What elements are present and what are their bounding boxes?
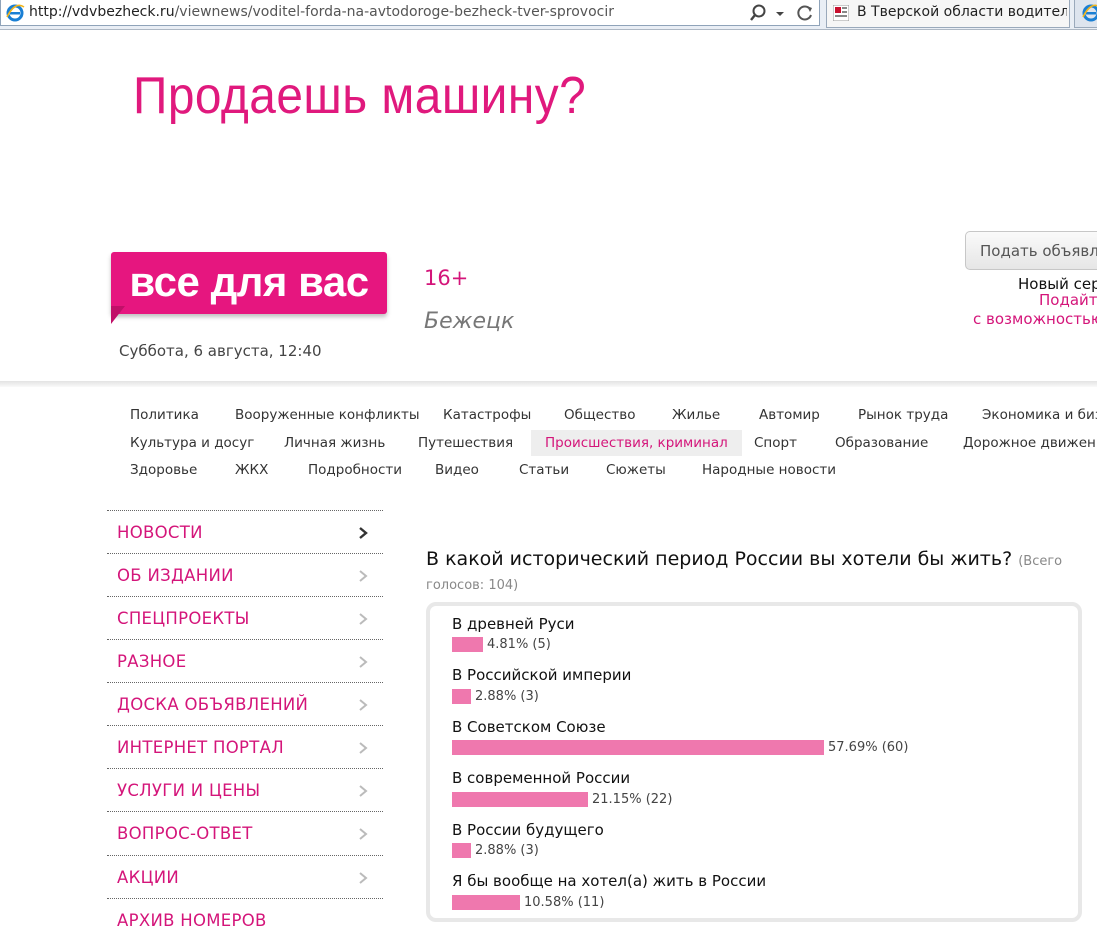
poll-option-result: 10.58% (11) [524, 895, 605, 910]
category-link[interactable]: Рынок труда [858, 402, 948, 428]
poll-option-label: В Советском Союзе [452, 718, 606, 736]
url-domain: http://vdvbezheck.ru [29, 4, 175, 20]
category-link[interactable]: Спорт [754, 430, 797, 456]
poll-option-result: 57.69% (60) [828, 740, 909, 755]
browser-chrome: http://vdvbezheck.ru/viewnews/voditel-fo… [0, 0, 1097, 30]
ie-icon [1082, 4, 1097, 22]
poll-option-bar [452, 740, 824, 755]
chevron-right-icon [359, 699, 368, 711]
sidebar-item-label: НОВОСТИ [117, 523, 203, 542]
sidebar-item-about[interactable]: ОБ ИЗДАНИИ [107, 553, 383, 596]
poll-option-bar [452, 843, 471, 858]
poll-question-text: В какой исторический период России вы хо… [426, 548, 1013, 570]
poll-option-bar [452, 792, 588, 807]
category-link[interactable]: Культура и досуг [130, 430, 254, 456]
sidebar-item-label: РАЗНОЕ [117, 652, 187, 671]
category-link[interactable]: Политика [130, 402, 199, 428]
logo-tail [111, 306, 125, 324]
search-icon[interactable] [748, 2, 770, 24]
possibilities-link[interactable]: с возможностью [973, 310, 1097, 328]
category-link[interactable]: Здоровье [130, 457, 197, 483]
sidebar-item-label: СПЕЦПРОЕКТЫ [117, 609, 250, 628]
poll-option-label: В древней Руси [452, 615, 575, 633]
chevron-right-icon [359, 527, 368, 539]
browser-tab-active[interactable]: В Тверской области водител... [826, 0, 1070, 28]
chevron-right-icon [359, 656, 368, 668]
poll-question: В какой исторический период России вы хо… [426, 548, 1062, 570]
chevron-right-icon [359, 570, 368, 582]
sidebar-item-label: УСЛУГИ И ЦЕНЫ [117, 781, 261, 800]
post-ad-button[interactable]: Подать объявле [965, 231, 1097, 270]
category-link[interactable]: ЖКХ [235, 457, 268, 483]
category-link[interactable]: Вооруженные конфликты [235, 402, 420, 428]
city-name: Бежецк [424, 309, 515, 334]
category-link[interactable]: Дорожное движение [963, 430, 1097, 456]
category-link[interactable]: Экономика и бизн [982, 402, 1097, 428]
category-link[interactable]: Статьи [519, 457, 569, 483]
poll-option-label: В современной России [452, 769, 631, 787]
tab-title: В Тверской области водител... [857, 4, 1067, 20]
sidebar-item-label: ИНТЕРНЕТ ПОРТАЛ [117, 738, 284, 757]
poll-option-result: 21.15% (22) [592, 792, 673, 807]
ad-banner[interactable]: Продаешь машину? [133, 66, 586, 126]
chevron-right-icon [359, 613, 368, 625]
poll-option-bar [452, 637, 483, 652]
sidebar-item-archive[interactable]: АРХИВ НОМЕРОВ [107, 898, 383, 941]
site-logo[interactable]: все для вас [111, 252, 387, 314]
category-link[interactable]: Видео [435, 457, 479, 483]
poll-option-bar [452, 895, 520, 910]
category-link[interactable]: Подробности [308, 457, 402, 483]
header-separator [0, 381, 1097, 387]
category-link[interactable]: Образование [835, 430, 928, 456]
category-link-active[interactable]: Происшествия, криминал [531, 430, 742, 456]
category-link[interactable]: Жилье [672, 402, 720, 428]
poll-option-label: В Российской империи [452, 666, 632, 684]
category-link[interactable]: Путешествия [418, 430, 513, 456]
poll-option-result: 2.88% (3) [475, 843, 539, 858]
poll-option-label: Я бы вообще на хотел(а) жить в России [452, 872, 767, 890]
sidebar-item-label: АКЦИИ [117, 868, 179, 887]
poll-option-result: 4.81% (5) [487, 637, 551, 652]
sidebar-item-special[interactable]: СПЕЦПРОЕКТЫ [107, 596, 383, 639]
poll-option-label: В России будущего [452, 821, 604, 839]
address-bar[interactable]: http://vdvbezheck.ru/viewnews/voditel-fo… [0, 0, 820, 26]
sidebar-item-classifieds[interactable]: ДОСКА ОБЪЯВЛЕНИЙ [107, 682, 383, 725]
favicon-icon [833, 5, 849, 21]
poll-option-result: 2.88% (3) [475, 689, 539, 704]
chevron-right-icon [359, 828, 368, 840]
submit-link[interactable]: Подайте [1039, 291, 1097, 309]
sidebar-item-label: ДОСКА ОБЪЯВЛЕНИЙ [117, 695, 309, 714]
chevron-right-icon [359, 742, 368, 754]
chevron-right-icon [359, 785, 368, 797]
browser-tab-new[interactable] [1074, 0, 1097, 28]
sidebar-item-label: ОБ ИЗДАНИИ [117, 566, 234, 585]
category-link[interactable]: Катастрофы [443, 402, 531, 428]
sidebar-item-portal[interactable]: ИНТЕРНЕТ ПОРТАЛ [107, 725, 383, 768]
poll-total-votes: (Всего [1018, 554, 1063, 569]
category-link[interactable]: Автомир [759, 402, 820, 428]
ie-icon [6, 4, 25, 22]
category-link[interactable]: Сюжеты [606, 457, 666, 483]
url-path: /viewnews/voditel-forda-na-avtodoroge-be… [174, 4, 614, 20]
refresh-icon[interactable] [794, 2, 816, 24]
address-url[interactable]: http://vdvbezheck.ru/viewnews/voditel-fo… [29, 4, 614, 20]
age-rating: 16+ [424, 266, 469, 290]
sidebar-item-label: АРХИВ НОМЕРОВ [117, 911, 267, 930]
sidebar-item-misc[interactable]: РАЗНОЕ [107, 639, 383, 682]
poll-total-votes-count: голосов: 104) [426, 578, 519, 593]
sidebar-item-news[interactable]: НОВОСТИ [107, 510, 383, 553]
logo-text: все для вас [129, 258, 369, 305]
category-link[interactable]: Личная жизнь [284, 430, 385, 456]
sidebar-item-faq[interactable]: ВОПРОС-ОТВЕТ [107, 811, 383, 854]
dropdown-icon[interactable] [773, 2, 787, 24]
current-datetime: Суббота, 6 августа, 12:40 [119, 342, 322, 360]
sidebar-item-services[interactable]: УСЛУГИ И ЦЕНЫ [107, 768, 383, 811]
sidebar-item-promos[interactable]: АКЦИИ [107, 855, 383, 898]
category-link[interactable]: Народные новости [702, 457, 836, 483]
category-link[interactable]: Общество [564, 402, 635, 428]
sidebar-item-label: ВОПРОС-ОТВЕТ [117, 824, 253, 843]
chevron-right-icon [359, 872, 368, 884]
poll-option-bar [452, 689, 471, 704]
